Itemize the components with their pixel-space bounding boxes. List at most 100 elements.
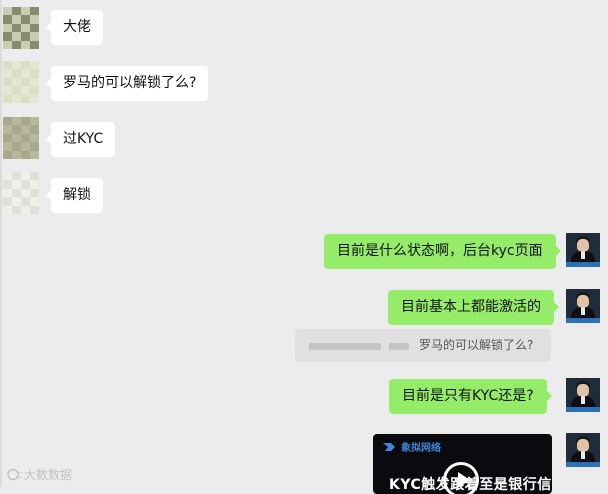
avatar-pixel [12, 77, 21, 87]
avatar-pixel [30, 7, 39, 16]
watermark-text: 大数数据 [24, 468, 73, 482]
avatar-pixel [30, 32, 39, 41]
incoming-message-bubble[interactable]: 大佬 [46, 10, 103, 45]
avatar-pixel [30, 197, 39, 206]
avatar-pixel [30, 150, 39, 159]
incoming-message-bubble[interactable]: 过KYC [45, 122, 116, 157]
blurred-quote-sender [389, 343, 409, 350]
avatar-pixel [30, 86, 39, 95]
avatar[interactable] [3, 61, 39, 103]
avatar-pixel [30, 133, 39, 143]
outgoing-message-bubble[interactable]: 目前基本上都能激活的 [388, 290, 559, 325]
avatar-pixel [12, 7, 21, 16]
avatar-pixel [3, 40, 12, 49]
watermark: C 大数数据 [6, 466, 72, 483]
watermark-icon: C [7, 468, 23, 481]
avatar-pixel [12, 32, 21, 41]
avatar-pixel [21, 32, 30, 41]
avatar-pixel [12, 133, 21, 143]
avatar-pixel [21, 23, 30, 33]
user-avatar[interactable] [566, 378, 600, 412]
avatar-pixel [30, 94, 39, 103]
avatar-pixel [3, 180, 12, 189]
avatar-pixel [3, 117, 12, 126]
avatar-pixel [30, 40, 39, 49]
avatar-pixel [3, 125, 12, 134]
avatar-pixel [12, 86, 21, 95]
avatar-pixel [21, 150, 30, 159]
quote-text: 罗马的可以解锁了么? [419, 338, 534, 352]
message-text: 罗马的可以解锁了么? [63, 75, 197, 91]
avatar-pixel [3, 23, 12, 33]
blurred-quote-sender [309, 343, 381, 350]
play-icon[interactable] [443, 462, 479, 494]
avatar-pixel [30, 61, 39, 70]
avatar-pixel [12, 197, 21, 206]
avatar-pixel [21, 77, 30, 87]
avatar-pixel [21, 133, 30, 143]
avatar-pixel [3, 197, 12, 206]
avatar-pixel [30, 188, 39, 198]
video-message[interactable]: 象拟网络 KYC触发跟着至是银行信通 [373, 434, 552, 494]
user-avatar[interactable] [566, 289, 600, 323]
avatar-pixel [30, 77, 39, 87]
quoted-message[interactable]: 罗马的可以解锁了么? [295, 329, 551, 362]
avatar-pixel [3, 188, 12, 198]
avatar-pixel [12, 125, 21, 134]
outgoing-message-bubble[interactable]: 目前是只有KYC还是? [389, 379, 552, 414]
avatar-pixel [12, 142, 21, 151]
avatar-pixel [3, 86, 12, 95]
avatar-pixel [21, 40, 30, 49]
outgoing-message-bubble[interactable]: 目前是什么状态啊，后台kyc页面 [324, 234, 561, 269]
avatar-pixel [21, 188, 30, 198]
avatar-pixel [3, 77, 12, 87]
avatar-pixel [3, 69, 12, 78]
avatar-pixel [21, 205, 30, 214]
message-text: 大佬 [63, 19, 91, 35]
window-edge [0, 0, 2, 487]
avatar-pixel [3, 7, 12, 16]
avatar-pixel [3, 94, 12, 103]
avatar-pixel [30, 69, 39, 78]
avatar-pixel [3, 61, 12, 70]
avatar-pixel [21, 86, 30, 95]
message-text: 过KYC [63, 131, 104, 147]
avatar-pixel [21, 172, 30, 181]
svg-text:C: C [17, 471, 23, 480]
user-avatar[interactable] [566, 233, 600, 267]
avatar-pixel [12, 40, 21, 49]
message-text: 解锁 [63, 187, 91, 203]
avatar-pixel [21, 7, 30, 16]
avatar-pixel [3, 133, 12, 143]
video-brand: 象拟网络 [401, 443, 441, 454]
incoming-message-bubble[interactable]: 罗马的可以解锁了么? [45, 66, 209, 101]
avatar-pixel [3, 205, 12, 214]
message-text: 目前是什么状态啊，后台kyc页面 [337, 243, 543, 259]
avatar-pixel [12, 15, 21, 24]
avatar-pixel [21, 142, 30, 151]
avatar-pixel [12, 172, 21, 181]
avatar-pixel [12, 61, 21, 70]
avatar[interactable] [3, 172, 39, 214]
message-text: 目前是只有KYC还是? [402, 388, 534, 404]
user-avatar[interactable] [566, 433, 600, 467]
incoming-message-bubble[interactable]: 解锁 [46, 178, 103, 213]
avatar-pixel [21, 125, 30, 134]
avatar-pixel [12, 188, 21, 198]
avatar-pixel [30, 180, 39, 189]
avatar-pixel [21, 117, 30, 126]
avatar-pixel [12, 94, 21, 103]
avatar-pixel [30, 142, 39, 151]
message-text: 目前基本上都能激活的 [401, 299, 541, 315]
avatar-pixel [3, 150, 12, 159]
avatar-pixel [12, 205, 21, 214]
avatar-pixel [12, 23, 21, 33]
avatar-pixel [21, 197, 30, 206]
avatar-pixel [12, 69, 21, 78]
avatar-pixel [30, 23, 39, 33]
avatar[interactable] [3, 117, 39, 159]
avatar[interactable] [3, 7, 39, 49]
avatar-pixel [30, 15, 39, 24]
avatar-pixel [12, 180, 21, 189]
avatar-pixel [3, 15, 12, 24]
